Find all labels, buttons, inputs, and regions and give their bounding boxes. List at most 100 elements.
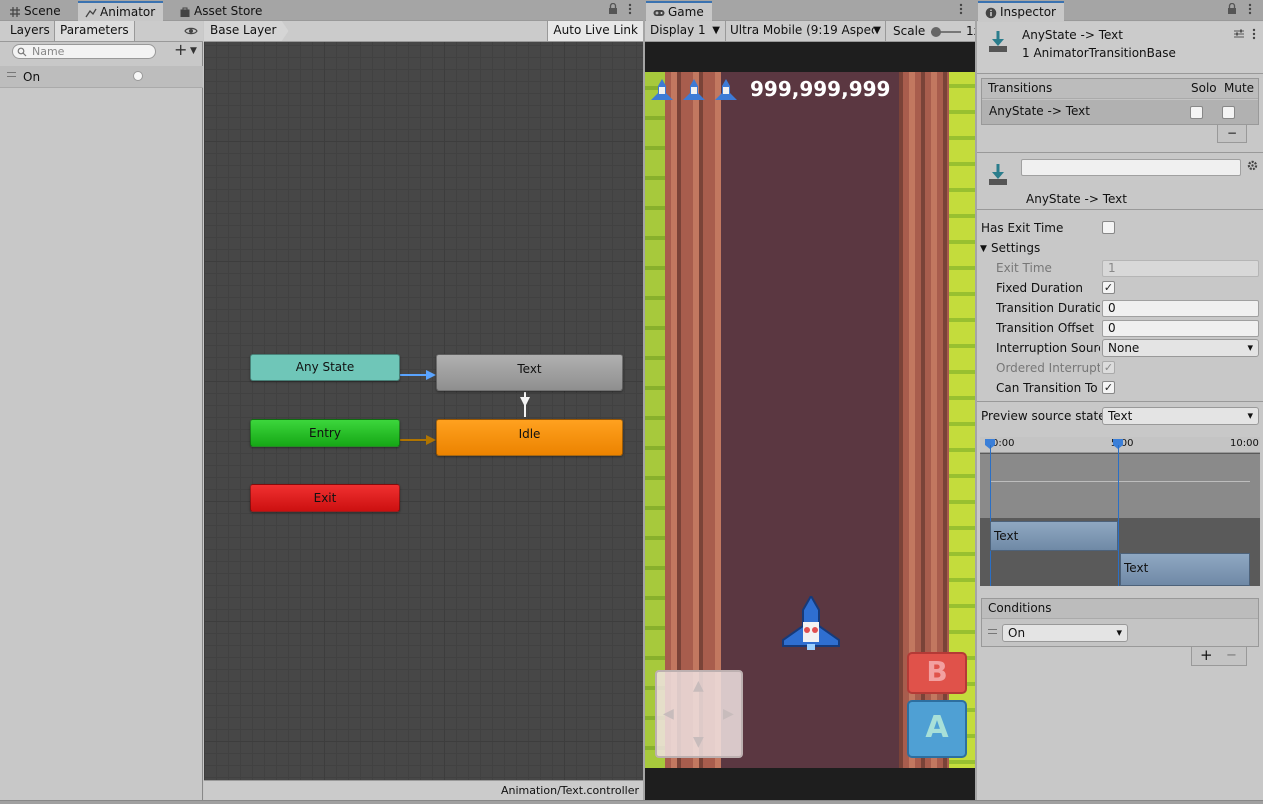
transition-arrows xyxy=(400,370,530,445)
parameter-search-input[interactable]: Name xyxy=(12,44,156,59)
animator-icon xyxy=(85,6,97,18)
parameter-row[interactable]: On xyxy=(0,66,203,88)
tab-scene[interactable]: Scene xyxy=(2,2,69,21)
condition-parameter-dropdown[interactable]: On xyxy=(1002,624,1128,642)
settings-foldout-icon[interactable]: ▼ xyxy=(980,244,987,254)
b-button[interactable]: B xyxy=(907,652,967,694)
settings-sliders-icon[interactable] xyxy=(1233,28,1245,42)
display-dropdown[interactable]: Display 1 ▼ xyxy=(645,21,726,41)
scale-slider-thumb[interactable] xyxy=(931,27,941,37)
transitions-header-label: Transitions xyxy=(988,81,1053,95)
transition-offset-field[interactable]: 0 xyxy=(1102,320,1259,337)
tab-inspector[interactable]: Inspector xyxy=(978,1,1064,22)
exit-time-label: Exit Time xyxy=(996,261,1052,275)
eye-icon[interactable] xyxy=(184,25,198,39)
drag-handle-icon[interactable] xyxy=(7,72,16,77)
tab-animator[interactable]: Animator xyxy=(78,1,164,22)
mute-checkbox[interactable] xyxy=(1222,106,1235,119)
transition-timeline[interactable]: 0:00 5:00 10:00 Text Text xyxy=(980,437,1260,586)
info-icon xyxy=(985,6,997,19)
can-transition-to-self-label: Can Transition To Self xyxy=(996,381,1100,395)
settings-divider xyxy=(977,401,1263,402)
dpad-up-icon[interactable]: ▲ xyxy=(693,678,704,694)
dpad-left-icon[interactable]: ◀ xyxy=(663,706,674,722)
parameters-panel: Layers Parameters Name + ▼ On xyxy=(0,21,203,800)
tab-layers[interactable]: Layers xyxy=(5,21,56,41)
game-toolbar: Display 1 ▼ Ultra Mobile (9:19 Aspect) ▼… xyxy=(645,21,975,42)
dpad-control[interactable]: ▲ ▼ ◀ ▶ xyxy=(655,670,743,758)
state-exit[interactable]: Exit xyxy=(250,484,400,512)
solo-checkbox[interactable] xyxy=(1190,106,1203,119)
transition-row[interactable]: AnyState -> Text xyxy=(982,100,1258,124)
scale-label: Scale xyxy=(893,24,926,38)
fixed-duration-checkbox[interactable]: ✓ xyxy=(1102,281,1115,294)
lock-icon[interactable] xyxy=(1227,2,1237,18)
state-any-state-label: Any State xyxy=(295,360,355,374)
conditions-list: Conditions On xyxy=(981,598,1259,647)
life-ship-icon xyxy=(651,79,737,100)
tab-game[interactable]: Game xyxy=(646,1,712,22)
preview-source-state-dropdown[interactable]: Text xyxy=(1102,407,1259,425)
game-viewport[interactable]: 999,999,999 ▲ ▼ ◀ ▶ B A xyxy=(645,72,975,768)
condition-buttons: + − xyxy=(1191,647,1247,666)
grid-icon xyxy=(9,5,21,17)
kebab-menu-icon[interactable] xyxy=(628,3,632,18)
add-condition-button[interactable]: + xyxy=(1200,647,1213,664)
kebab-menu-icon[interactable] xyxy=(1252,28,1256,43)
transition-name-input[interactable] xyxy=(1021,159,1241,176)
ordered-interruption-label: Ordered Interruption xyxy=(996,361,1100,375)
dpad-right-icon[interactable]: ▶ xyxy=(723,706,734,722)
can-transition-to-self-checkbox[interactable]: ✓ xyxy=(1102,381,1115,394)
interruption-source-label: Interruption Source xyxy=(996,341,1100,355)
entry-to-idle-arrowhead xyxy=(426,435,436,445)
lock-icon[interactable] xyxy=(608,2,618,18)
aspect-value: Ultra Mobile (9:19 Aspect) xyxy=(730,23,874,37)
interruption-source-dropdown[interactable]: None xyxy=(1102,339,1259,357)
tab-asset-store[interactable]: Asset Store xyxy=(172,2,270,21)
header-title: AnyState -> Text xyxy=(1022,28,1123,42)
a-button[interactable]: A xyxy=(907,700,967,758)
has-exit-time-label: Has Exit Time xyxy=(981,221,1064,235)
condition-row[interactable]: On xyxy=(982,620,1258,646)
search-icon xyxy=(17,46,27,60)
chevron-down-icon: ▼ xyxy=(190,46,197,56)
timeline-curve xyxy=(990,481,1250,482)
transition-offset-label: Transition Offset xyxy=(996,321,1094,335)
state-entry[interactable]: Entry xyxy=(250,419,400,447)
timeline-clip-dest-label: Text xyxy=(1124,561,1149,575)
drag-handle-icon[interactable] xyxy=(988,629,997,634)
kebab-menu-icon[interactable] xyxy=(1248,3,1252,18)
anystate-to-text-arrowhead xyxy=(426,370,436,380)
remove-transition-label: − xyxy=(1226,126,1238,140)
exit-time-field: 1 xyxy=(1102,260,1259,277)
timeline-end-label: 10:00 xyxy=(1230,438,1259,449)
add-parameter-button[interactable]: + ▼ xyxy=(174,42,200,59)
animator-window: Scene Animator Asset Store Layers Parame… xyxy=(0,0,643,800)
animator-graph[interactable]: Base Layer Auto Live Link Any State Text… xyxy=(204,21,643,800)
aspect-dropdown[interactable]: Ultra Mobile (9:19 Aspect) ▼ xyxy=(727,21,886,41)
transition-duration-field[interactable]: 0 xyxy=(1102,300,1259,317)
state-text[interactable]: Text xyxy=(436,354,623,391)
bag-icon xyxy=(179,5,191,17)
trigger-toggle[interactable] xyxy=(133,71,143,81)
dpad-down-icon[interactable]: ▼ xyxy=(693,734,704,750)
state-any-state[interactable]: Any State xyxy=(250,354,400,381)
gear-icon[interactable] xyxy=(1247,160,1258,174)
timeline-ruler: 0:00 5:00 10:00 xyxy=(980,437,1260,453)
remove-transition-button[interactable]: − xyxy=(1217,125,1247,143)
state-idle-label: Idle xyxy=(518,427,541,441)
grass-left xyxy=(645,72,665,768)
tab-parameters[interactable]: Parameters xyxy=(54,21,135,41)
timeline-clip-source[interactable]: Text xyxy=(990,521,1118,551)
settings-foldout-label[interactable]: Settings xyxy=(991,240,1040,256)
gamepad-icon xyxy=(653,6,665,18)
timeline-clip-dest[interactable]: Text xyxy=(1120,553,1250,586)
remove-condition-button[interactable]: − xyxy=(1226,647,1237,664)
tab-asset-store-label: Asset Store xyxy=(194,4,263,18)
state-idle[interactable]: Idle xyxy=(436,419,623,456)
kebab-menu-icon[interactable] xyxy=(959,3,963,18)
has-exit-time-checkbox[interactable] xyxy=(1102,221,1115,234)
inspector-tabbar: Inspector xyxy=(977,0,1263,22)
scale-slider[interactable] xyxy=(931,27,961,37)
tab-animator-label: Animator xyxy=(100,5,156,19)
